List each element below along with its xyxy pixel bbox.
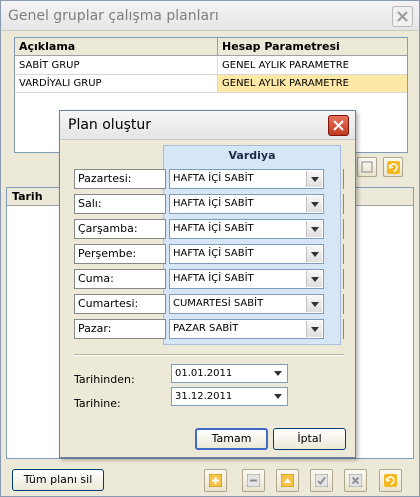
separator bbox=[74, 354, 344, 356]
to-date-label: Tarihine: bbox=[74, 397, 121, 410]
shift-select-value: PAZAR SABİT bbox=[173, 323, 239, 334]
shift-select-value: HAFTA İÇİ SABİT bbox=[173, 223, 254, 234]
window-titlebar: Genel gruplar çalışma planları bbox=[1, 1, 419, 31]
shift-select-carsamba[interactable]: HAFTA İÇİ SABİT bbox=[169, 219, 324, 239]
shift-select-pazartesi[interactable]: HAFTA İÇİ SABİT bbox=[169, 169, 324, 189]
plus-icon bbox=[209, 474, 222, 487]
dropdown-arrow[interactable] bbox=[306, 246, 322, 262]
move-up-button[interactable] bbox=[276, 469, 299, 492]
dropdown-arrow[interactable] bbox=[306, 321, 322, 337]
chevron-down-icon bbox=[311, 302, 319, 307]
shift-select-value: HAFTA İÇİ SABİT bbox=[173, 273, 254, 284]
cell-hesap-parametresi: GENEL AYLIK PARAMETRE bbox=[218, 57, 407, 75]
table-row[interactable]: VARDİYALI GRUP GENEL AYLIK PARAMETRE bbox=[15, 75, 407, 93]
column-header-aciklama[interactable]: Açıklama bbox=[15, 38, 218, 56]
chevron-down-icon bbox=[274, 371, 282, 376]
main-window: Genel gruplar çalışma planları Açıklama … bbox=[0, 0, 420, 497]
cell-aciklama: SABİT GRUP bbox=[15, 57, 218, 75]
window-close-button[interactable] bbox=[392, 6, 413, 27]
row-divider bbox=[343, 244, 344, 264]
column-header-tarih[interactable]: Tarih bbox=[12, 190, 43, 203]
close-icon bbox=[397, 11, 408, 22]
dropdown-arrow[interactable] bbox=[306, 296, 322, 312]
shift-select-value: HAFTA İÇİ SABİT bbox=[173, 198, 254, 209]
cancel-button[interactable]: İptal bbox=[273, 428, 346, 450]
close-icon bbox=[333, 120, 344, 131]
plan-create-dialog: Plan oluştur Vardiya Pazartesi: HAFTA İÇ… bbox=[59, 110, 356, 458]
day-label-pazartesi: Pazartesi: bbox=[74, 169, 166, 189]
row-divider bbox=[343, 294, 344, 314]
cancel-edit-button[interactable] bbox=[344, 469, 367, 492]
shift-select-cuma[interactable]: HAFTA İÇİ SABİT bbox=[169, 269, 324, 289]
chevron-down-icon bbox=[311, 277, 319, 282]
row-divider bbox=[343, 319, 344, 339]
refresh-icon bbox=[384, 474, 397, 487]
row-divider bbox=[343, 269, 344, 289]
dropdown-arrow[interactable] bbox=[306, 171, 322, 187]
refresh-bottom-button[interactable] bbox=[379, 469, 402, 492]
check-icon bbox=[315, 474, 328, 487]
dialog-close-button[interactable] bbox=[328, 115, 349, 136]
to-date-picker[interactable]: 31.12.2011 bbox=[171, 387, 288, 406]
dropdown-arrow[interactable] bbox=[306, 196, 322, 212]
up-arrow-icon bbox=[281, 474, 294, 487]
cell-hesap-parametresi: GENEL AYLIK PARAMETRE bbox=[218, 75, 407, 93]
delete-all-plan-button[interactable]: Tüm planı sil bbox=[12, 469, 104, 491]
groups-table-header: Açıklama Hesap Parametresi bbox=[15, 38, 407, 56]
day-label-sali: Salı: bbox=[74, 194, 166, 214]
ok-button[interactable]: Tamam bbox=[195, 428, 268, 450]
day-label-cumartesi: Cumartesi: bbox=[74, 294, 166, 314]
chevron-down-icon bbox=[311, 252, 319, 257]
side-button-1[interactable] bbox=[357, 157, 377, 177]
refresh-icon bbox=[387, 161, 400, 174]
remove-button[interactable] bbox=[242, 469, 265, 492]
dropdown-arrow[interactable] bbox=[271, 366, 286, 381]
day-label-pazar: Pazar: bbox=[74, 319, 166, 339]
chevron-down-icon bbox=[311, 177, 319, 182]
shift-select-pazar[interactable]: PAZAR SABİT bbox=[169, 319, 324, 339]
confirm-button[interactable] bbox=[310, 469, 333, 492]
x-icon bbox=[349, 474, 362, 487]
day-label-cuma: Cuma: bbox=[74, 269, 166, 289]
to-date-value: 31.12.2011 bbox=[175, 391, 233, 402]
dialog-titlebar: Plan oluştur bbox=[60, 111, 355, 140]
column-header-hesap-parametresi[interactable]: Hesap Parametresi bbox=[218, 38, 407, 56]
dialog-title: Plan oluştur bbox=[68, 117, 151, 133]
minus-icon bbox=[247, 474, 260, 487]
shift-select-persembe[interactable]: HAFTA İÇİ SABİT bbox=[169, 244, 324, 264]
shift-select-cumartesi[interactable]: CUMARTESİ SABİT bbox=[169, 294, 324, 314]
chevron-down-icon bbox=[311, 202, 319, 207]
shift-select-value: CUMARTESİ SABİT bbox=[173, 298, 264, 309]
refresh-button[interactable] bbox=[383, 157, 403, 177]
from-date-picker[interactable]: 01.01.2011 bbox=[171, 364, 288, 383]
from-date-label: Tarihinden: bbox=[74, 373, 135, 386]
vardiya-header: Vardiya bbox=[228, 149, 276, 162]
cell-aciklama: VARDİYALI GRUP bbox=[15, 75, 218, 93]
dropdown-arrow[interactable] bbox=[271, 389, 286, 404]
day-label-carsamba: Çarşamba: bbox=[74, 219, 166, 239]
dropdown-arrow[interactable] bbox=[306, 271, 322, 287]
window-title: Genel gruplar çalışma planları bbox=[8, 8, 219, 24]
chevron-down-icon bbox=[274, 394, 282, 399]
from-date-value: 01.01.2011 bbox=[175, 368, 233, 379]
shift-select-value: HAFTA İÇİ SABİT bbox=[173, 173, 254, 184]
table-row[interactable]: SABİT GRUP GENEL AYLIK PARAMETRE bbox=[15, 57, 407, 75]
dropdown-arrow[interactable] bbox=[306, 221, 322, 237]
chevron-down-icon bbox=[311, 227, 319, 232]
grid-icon bbox=[361, 161, 373, 173]
row-divider bbox=[343, 194, 344, 214]
row-divider bbox=[343, 169, 344, 189]
chevron-down-icon bbox=[311, 327, 319, 332]
add-button[interactable] bbox=[204, 469, 227, 492]
row-divider bbox=[343, 219, 344, 239]
day-label-persembe: Perşembe: bbox=[74, 244, 166, 264]
shift-select-sali[interactable]: HAFTA İÇİ SABİT bbox=[169, 194, 324, 214]
shift-select-value: HAFTA İÇİ SABİT bbox=[173, 248, 254, 259]
